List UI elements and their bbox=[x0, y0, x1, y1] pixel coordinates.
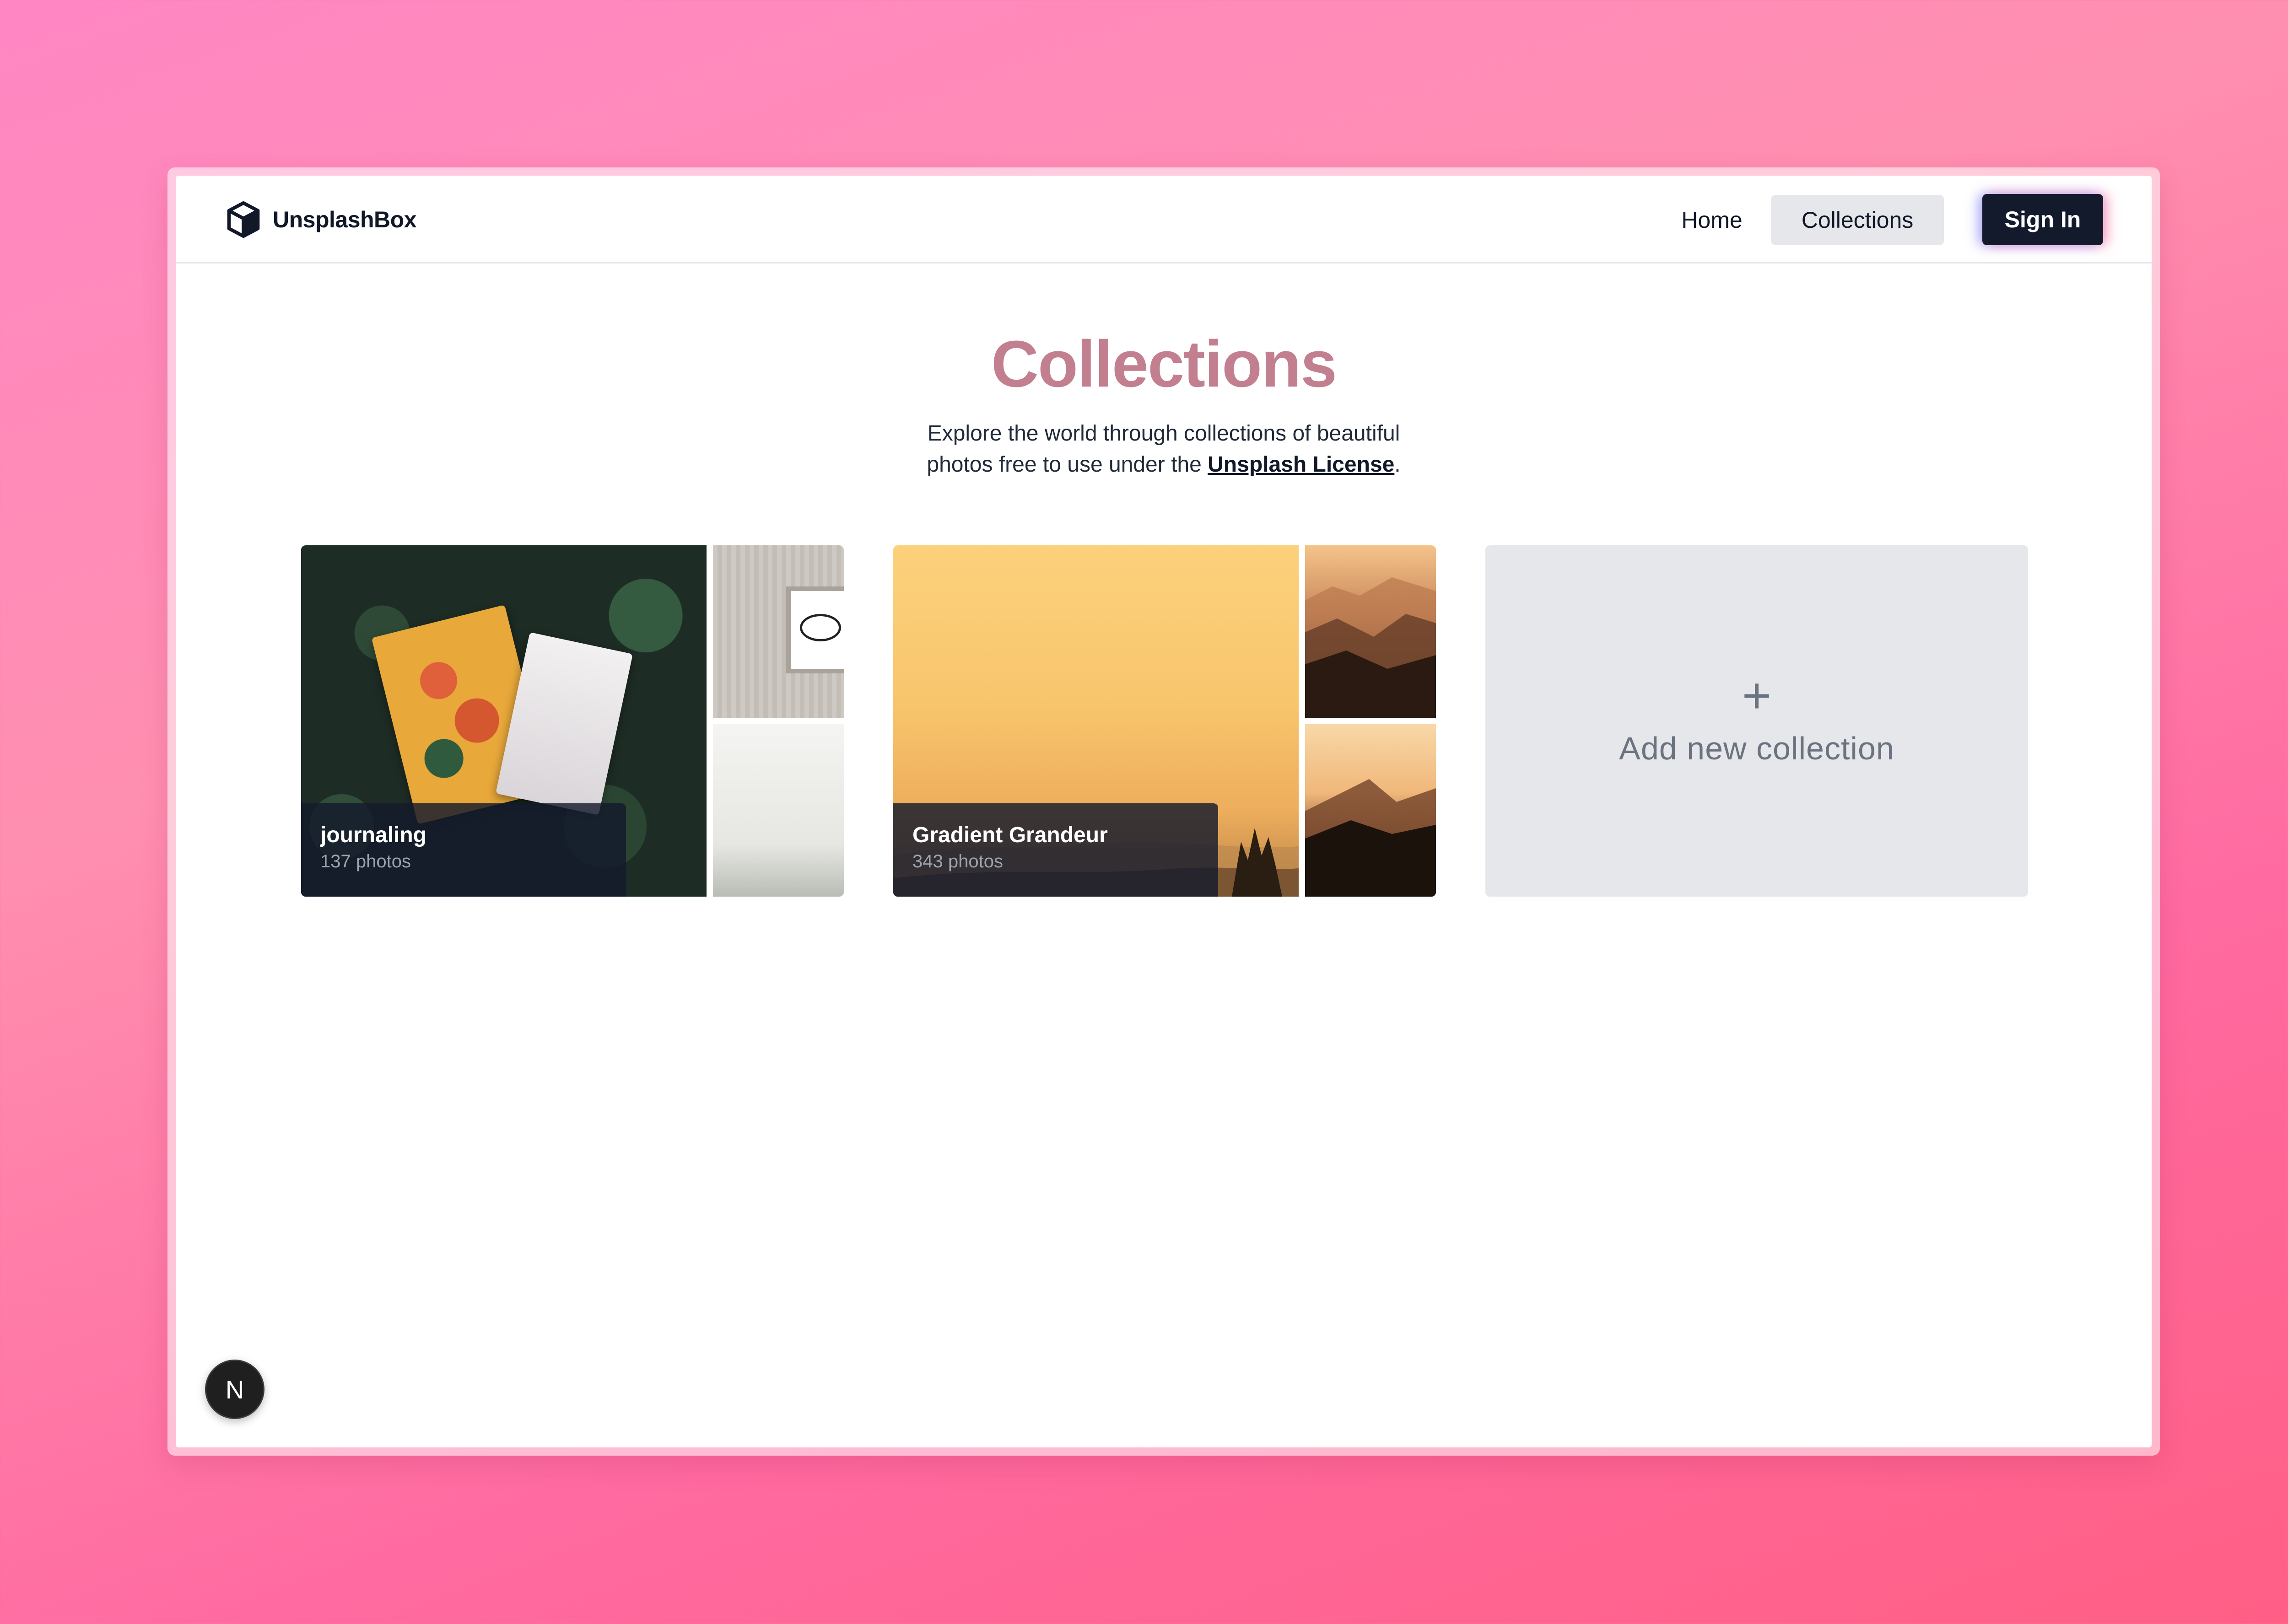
nav-collections-link[interactable]: Collections bbox=[1771, 195, 1944, 245]
plus-icon: + bbox=[1742, 667, 1772, 724]
collection-thumb-top bbox=[713, 545, 844, 718]
cube-icon bbox=[226, 201, 261, 238]
brand-logo[interactable]: UnsplashBox bbox=[226, 199, 417, 240]
mountain-sunset-image bbox=[1305, 779, 1436, 897]
collection-thumb-top bbox=[1305, 545, 1436, 718]
add-new-collection-button[interactable]: + Add new collection bbox=[1485, 545, 2028, 897]
add-collection-content: + Add new collection bbox=[1485, 545, 2028, 897]
nextjs-badge-label: N bbox=[225, 1375, 244, 1404]
nav-home-link[interactable]: Home bbox=[1668, 195, 1755, 245]
collection-title: Gradient Grandeur bbox=[912, 823, 1108, 847]
pig-drawing-image bbox=[800, 614, 841, 641]
brand-name: UnsplashBox bbox=[273, 207, 417, 232]
add-collection-label: Add new collection bbox=[1619, 731, 1894, 766]
sign-in-button[interactable]: Sign In bbox=[1982, 194, 2103, 245]
mountain-silhouette-image bbox=[1305, 577, 1436, 718]
navbar: UnsplashBox Home Collections Sign In bbox=[176, 176, 2152, 263]
page-title: Collections bbox=[991, 327, 1337, 401]
nextjs-icon[interactable]: N bbox=[205, 1360, 264, 1419]
subtitle-line-2: photos free to use under the bbox=[927, 452, 1202, 477]
subtitle-line-1: Explore the world through collections of… bbox=[927, 421, 1400, 446]
collection-card-gradient-grandeur[interactable]: Gradient Grandeur 343 photos bbox=[893, 545, 1436, 897]
app-window: UnsplashBox Home Collections Sign In Col… bbox=[176, 176, 2152, 1447]
collection-photo-count: 343 photos bbox=[912, 851, 1003, 871]
collection-thumb-bottom bbox=[1305, 724, 1436, 897]
collection-caption: journaling 137 photos bbox=[301, 803, 626, 897]
picture-frame-image bbox=[786, 586, 844, 673]
collection-thumb-bottom bbox=[713, 724, 844, 897]
collection-caption: Gradient Grandeur 343 photos bbox=[893, 803, 1218, 897]
collection-card-journaling[interactable]: journaling 137 photos bbox=[301, 545, 844, 897]
page-subtitle: Explore the world through collections of… bbox=[908, 418, 1419, 480]
subtitle-period: . bbox=[1394, 452, 1401, 477]
unsplash-license-link[interactable]: Unsplash License bbox=[1208, 452, 1394, 477]
collection-photo-count: 137 photos bbox=[320, 851, 411, 871]
collection-title: journaling bbox=[320, 823, 426, 847]
